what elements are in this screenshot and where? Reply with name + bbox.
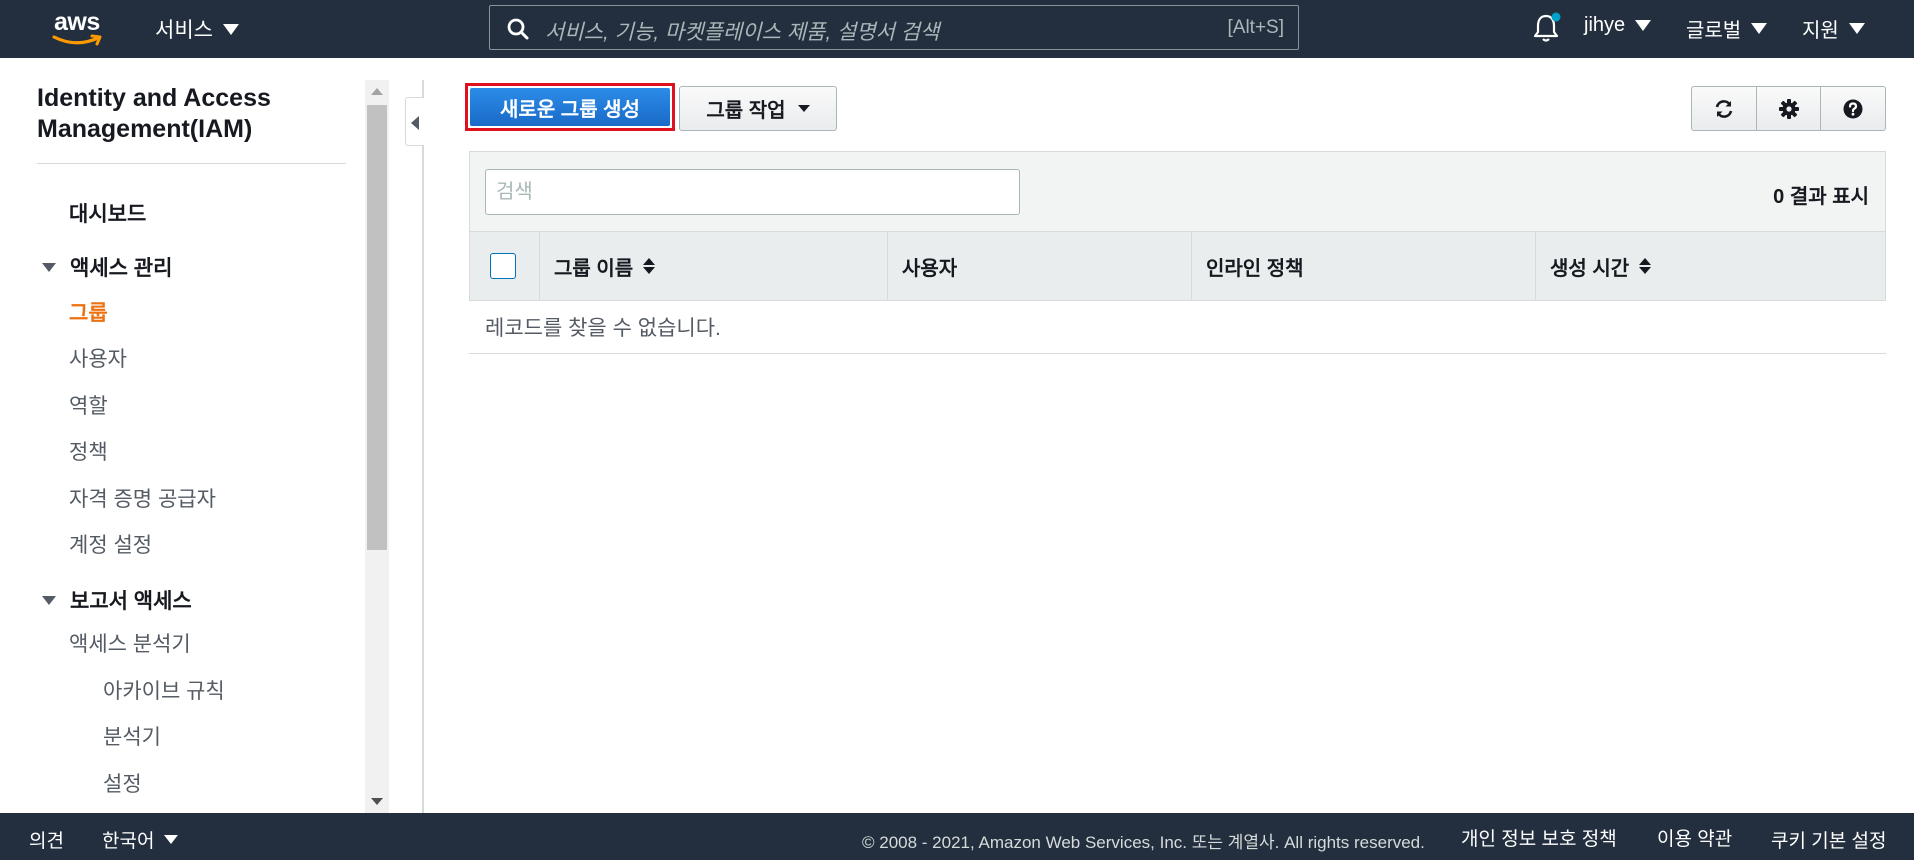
select-all-checkbox[interactable] (490, 253, 516, 279)
account-menu[interactable]: jihye (1584, 14, 1652, 37)
search-placeholder: 서비스, 기능, 마켓플레이스 제품, 설명서 검색 (545, 21, 940, 44)
sidebar-section-access-management[interactable]: 액세스 관리 (42, 252, 172, 282)
create-new-group-button[interactable]: 새로운 그룹 생성 (465, 83, 675, 131)
sidebar-item-dashboard[interactable]: 대시보드 (69, 198, 146, 228)
chevron-down-icon (1751, 23, 1768, 34)
sidebar-item-access-analyzer[interactable]: 액세스 분석기 (69, 628, 191, 658)
region-label: 글로벌 (1686, 20, 1742, 42)
sort-icon (1639, 258, 1652, 274)
sidebar-item-identity-providers[interactable]: 자격 증명 공급자 (69, 483, 216, 513)
scroll-down-arrow-icon[interactable] (371, 798, 383, 805)
copyright-text: © 2008 - 2021, Amazon Web Services, Inc.… (862, 833, 1425, 852)
table-action-icons (1691, 86, 1887, 131)
preferences-button[interactable] (1756, 86, 1822, 131)
console-footer: 의견 한국어 © 2008 - 2021, Amazon Web Service… (0, 813, 1914, 860)
scroll-up-arrow-icon[interactable] (371, 88, 383, 95)
iam-sidebar: Identity and Access Management(IAM) 대시보드… (0, 80, 365, 813)
collapse-sidebar-button[interactable] (405, 97, 424, 146)
empty-table-message: 레코드를 찾을 수 없습니다. (469, 301, 1886, 354)
table-filter-bar: 0 결과 표시 (469, 151, 1886, 231)
sidebar-item-account-settings[interactable]: 계정 설정 (69, 529, 152, 559)
sidebar-item-settings[interactable]: 설정 (103, 768, 142, 798)
cookie-preferences-link[interactable]: 쿠키 기본 설정 (1771, 826, 1886, 853)
support-label: 지원 (1802, 20, 1839, 42)
column-header-creation-time[interactable]: 생성 시간 (1536, 232, 1885, 300)
sidebar-item-roles[interactable]: 역할 (69, 390, 108, 420)
chevron-down-icon (1848, 23, 1865, 34)
sidebar-divider-line (422, 80, 424, 813)
language-label: 한국어 (102, 831, 155, 852)
caret-down-icon (42, 595, 56, 605)
column-label: 생성 시간 (1550, 257, 1630, 280)
privacy-policy-link[interactable]: 개인 정보 보호 정책 (1461, 824, 1617, 851)
group-actions-label: 그룹 작업 (706, 100, 786, 122)
result-count: 0 결과 표시 (1773, 186, 1869, 208)
top-navigation-bar: aws 서비스 서비스, 기능, 마켓플레이스 제품, 설명서 검색 [Alt+… (0, 0, 1914, 58)
services-label: 서비스 (155, 19, 213, 42)
refresh-button[interactable] (1691, 86, 1757, 131)
gear-icon (1778, 98, 1799, 119)
sidebar-item-analyzers[interactable]: 분석기 (103, 721, 161, 751)
sidebar-title: Identity and Access Management(IAM) (37, 84, 271, 143)
sidebar-divider (37, 163, 346, 164)
sort-icon (643, 258, 656, 274)
sidebar-scrollbar[interactable] (365, 80, 389, 813)
groups-table: 0 결과 표시 그룹 이름 사용자 인라인 정책 생성 시간 레코드를 찾을 수… (469, 151, 1886, 354)
column-header-group-name[interactable]: 그룹 이름 (540, 232, 888, 300)
column-label: 인라인 정책 (1206, 257, 1304, 280)
column-label: 사용자 (902, 257, 958, 280)
support-menu[interactable]: 지원 (1802, 14, 1865, 43)
notifications-button[interactable] (1532, 10, 1562, 44)
group-actions-dropdown[interactable]: 그룹 작업 (679, 86, 837, 131)
table-header-row: 그룹 이름 사용자 인라인 정책 생성 시간 (469, 231, 1886, 301)
help-icon (1843, 99, 1863, 118)
chevron-down-icon (1635, 20, 1652, 31)
feedback-link[interactable]: 의견 (29, 826, 64, 853)
language-selector[interactable]: 한국어 (102, 826, 179, 853)
help-button[interactable] (1821, 86, 1887, 131)
sidebar-section-access-reports[interactable]: 보고서 액세스 (42, 585, 192, 615)
create-new-group-label: 새로운 그룹 생성 (470, 88, 670, 126)
scrollbar-thumb[interactable] (367, 105, 387, 550)
caret-down-icon (42, 262, 56, 272)
chevron-left-icon (411, 116, 419, 130)
section-label: 액세스 관리 (70, 257, 173, 280)
chevron-down-icon (797, 105, 810, 112)
search-shortcut: [Alt+S] (1227, 17, 1285, 38)
chevron-down-icon (222, 23, 239, 35)
refresh-icon (1715, 99, 1733, 118)
column-header-users: 사용자 (888, 232, 1192, 300)
aws-logo[interactable]: aws (52, 8, 108, 48)
aws-logo-text: aws (54, 8, 100, 36)
account-username: jihye (1584, 14, 1626, 36)
region-menu[interactable]: 글로벌 (1686, 14, 1768, 43)
sidebar-item-archive-rules[interactable]: 아카이브 규칙 (103, 675, 225, 705)
column-label: 그룹 이름 (554, 257, 634, 280)
global-search-input[interactable]: 서비스, 기능, 마켓플레이스 제품, 설명서 검색 [Alt+S] (489, 5, 1299, 50)
search-icon (507, 18, 529, 40)
sidebar-item-groups[interactable]: 그룹 (69, 297, 108, 327)
chevron-down-icon (164, 835, 179, 844)
bell-icon (1533, 12, 1561, 42)
column-header-inline-policy: 인라인 정책 (1192, 232, 1536, 300)
sidebar-item-policies[interactable]: 정책 (69, 436, 108, 466)
terms-link[interactable]: 이용 약관 (1657, 824, 1732, 851)
sidebar-item-users[interactable]: 사용자 (69, 343, 127, 373)
aws-smile-icon (52, 34, 102, 46)
services-menu[interactable]: 서비스 (155, 14, 239, 44)
filter-search-input[interactable] (485, 169, 1020, 215)
select-all-cell (470, 232, 540, 300)
section-label: 보고서 액세스 (70, 590, 192, 613)
